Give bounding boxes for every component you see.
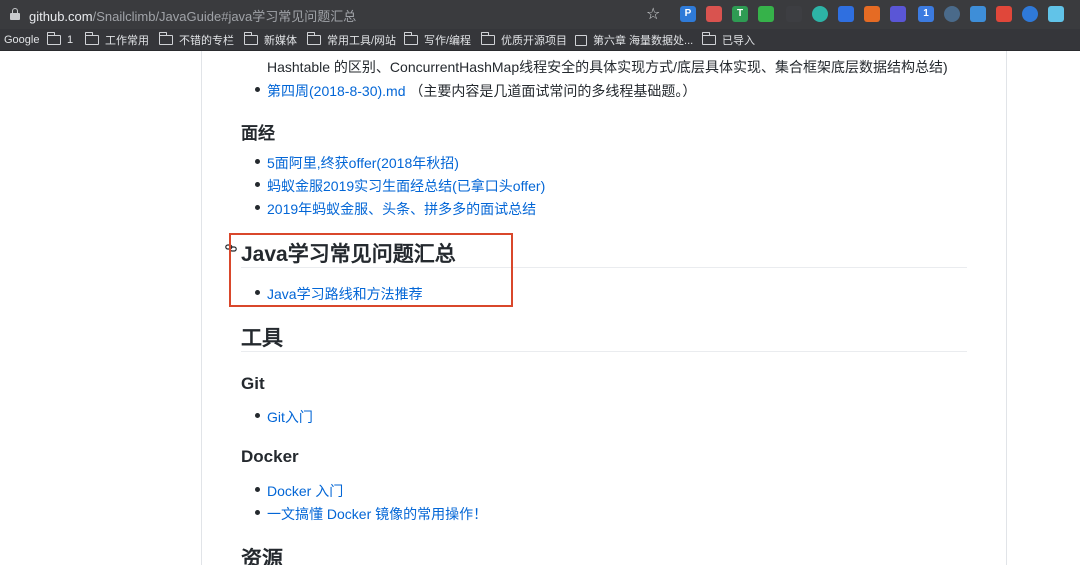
list-bullet [255, 510, 260, 515]
url-text[interactable]: github.com/Snailclimb/JavaGuide#java学习常见… [29, 6, 356, 25]
week4-description: （主要内容是几道面试常问的多线程基础题。） [409, 83, 697, 99]
bookmark-folder-opensource[interactable]: 优质开源项目 [480, 32, 567, 48]
folder-icon [158, 32, 173, 45]
react-icon[interactable] [1048, 6, 1064, 22]
diamond-icon[interactable] [786, 6, 802, 22]
bookmark-folder-tools[interactable]: 常用工具/网站 [306, 32, 396, 48]
bookmark-folder-writing[interactable]: 写作/编程 [403, 32, 471, 48]
highlight-box [229, 233, 513, 307]
folder-icon [46, 32, 61, 45]
page-content: Hashtable 的区别、ConcurrentHashMap线程安全的具体实现… [0, 51, 1080, 565]
moon-icon[interactable] [890, 6, 906, 22]
heading-tools: 工具 [241, 327, 283, 350]
bookmark-folder-work[interactable]: 工作常用 [84, 32, 149, 48]
bookmark-star-icon[interactable]: ☆ [646, 4, 660, 24]
heading-resources: 资源 [241, 548, 283, 565]
bookmark-folder-1[interactable]: 1 [46, 32, 73, 48]
heading-mianjing: 面经 [241, 124, 275, 143]
heading-divider [241, 351, 967, 352]
list-bullet [255, 487, 260, 492]
list-bullet [255, 182, 260, 187]
folder-icon [701, 32, 716, 45]
blue-ring-icon[interactable] [1022, 6, 1038, 22]
link-docker-intro[interactable]: Docker 入门 [267, 481, 343, 501]
orange-face-icon[interactable] [864, 6, 880, 22]
shield-play-icon[interactable] [758, 6, 774, 22]
list-item: 第四周(2018-8-30).md （主要内容是几道面试常问的多线程基础题。） [267, 81, 696, 101]
t-icon[interactable]: T [732, 6, 748, 22]
heading-git: Git [241, 374, 265, 393]
link-mianjing-3[interactable]: 2019年蚂蚁金服、头条、拼多多的面试总结 [267, 199, 536, 219]
folder-icon [403, 32, 418, 45]
blue-arrow-icon[interactable] [838, 6, 854, 22]
badge-icon[interactable]: 1 [918, 6, 934, 22]
list-bullet [255, 413, 260, 418]
ring-icon[interactable] [944, 6, 960, 22]
bookmark-google[interactable]: Google [4, 32, 39, 48]
red-square-icon[interactable] [996, 6, 1012, 22]
bookmark-chapter6[interactable]: 第六章 海量数据处... [575, 32, 693, 48]
bookmarks-bar: Google 1 工作常用 不错的专栏 新媒体 常用工具/网站 写作/编程 优质… [0, 29, 1080, 51]
link-git-intro[interactable]: Git入门 [267, 407, 313, 427]
lock-icon[interactable] [10, 8, 20, 20]
heading-docker: Docker [241, 447, 299, 466]
bookmark-folder-imported[interactable]: 已导入 [701, 32, 755, 48]
link-docker-image-ops[interactable]: 一文搞懂 Docker 镜像的常用操作！ [267, 504, 487, 524]
list-bullet [255, 205, 260, 210]
pdf-icon[interactable] [706, 6, 722, 22]
folder-icon [243, 32, 258, 45]
link-mianjing-1[interactable]: 5面阿里,终获offer(2018年秋招) [267, 153, 459, 173]
folder-icon [306, 32, 321, 45]
grid-icon[interactable] [970, 6, 986, 22]
week4-link[interactable]: 第四周(2018-8-30).md [267, 83, 406, 99]
cut-off-text: Hashtable 的区别、ConcurrentHashMap线程安全的具体实现… [267, 59, 948, 75]
bookmark-folder-media[interactable]: 新媒体 [243, 32, 297, 48]
folder-icon [84, 32, 99, 45]
list-bullet [255, 159, 260, 164]
teal-circle-icon[interactable] [812, 6, 828, 22]
list-bullet [255, 87, 260, 92]
bookmark-folder-columns[interactable]: 不错的专栏 [158, 32, 234, 48]
p-icon[interactable]: P [680, 6, 696, 22]
link-mianjing-2[interactable]: 蚂蚁金服2019实习生面经总结(已拿口头offer) [267, 176, 545, 196]
book-icon [575, 34, 587, 46]
folder-icon [480, 32, 495, 45]
